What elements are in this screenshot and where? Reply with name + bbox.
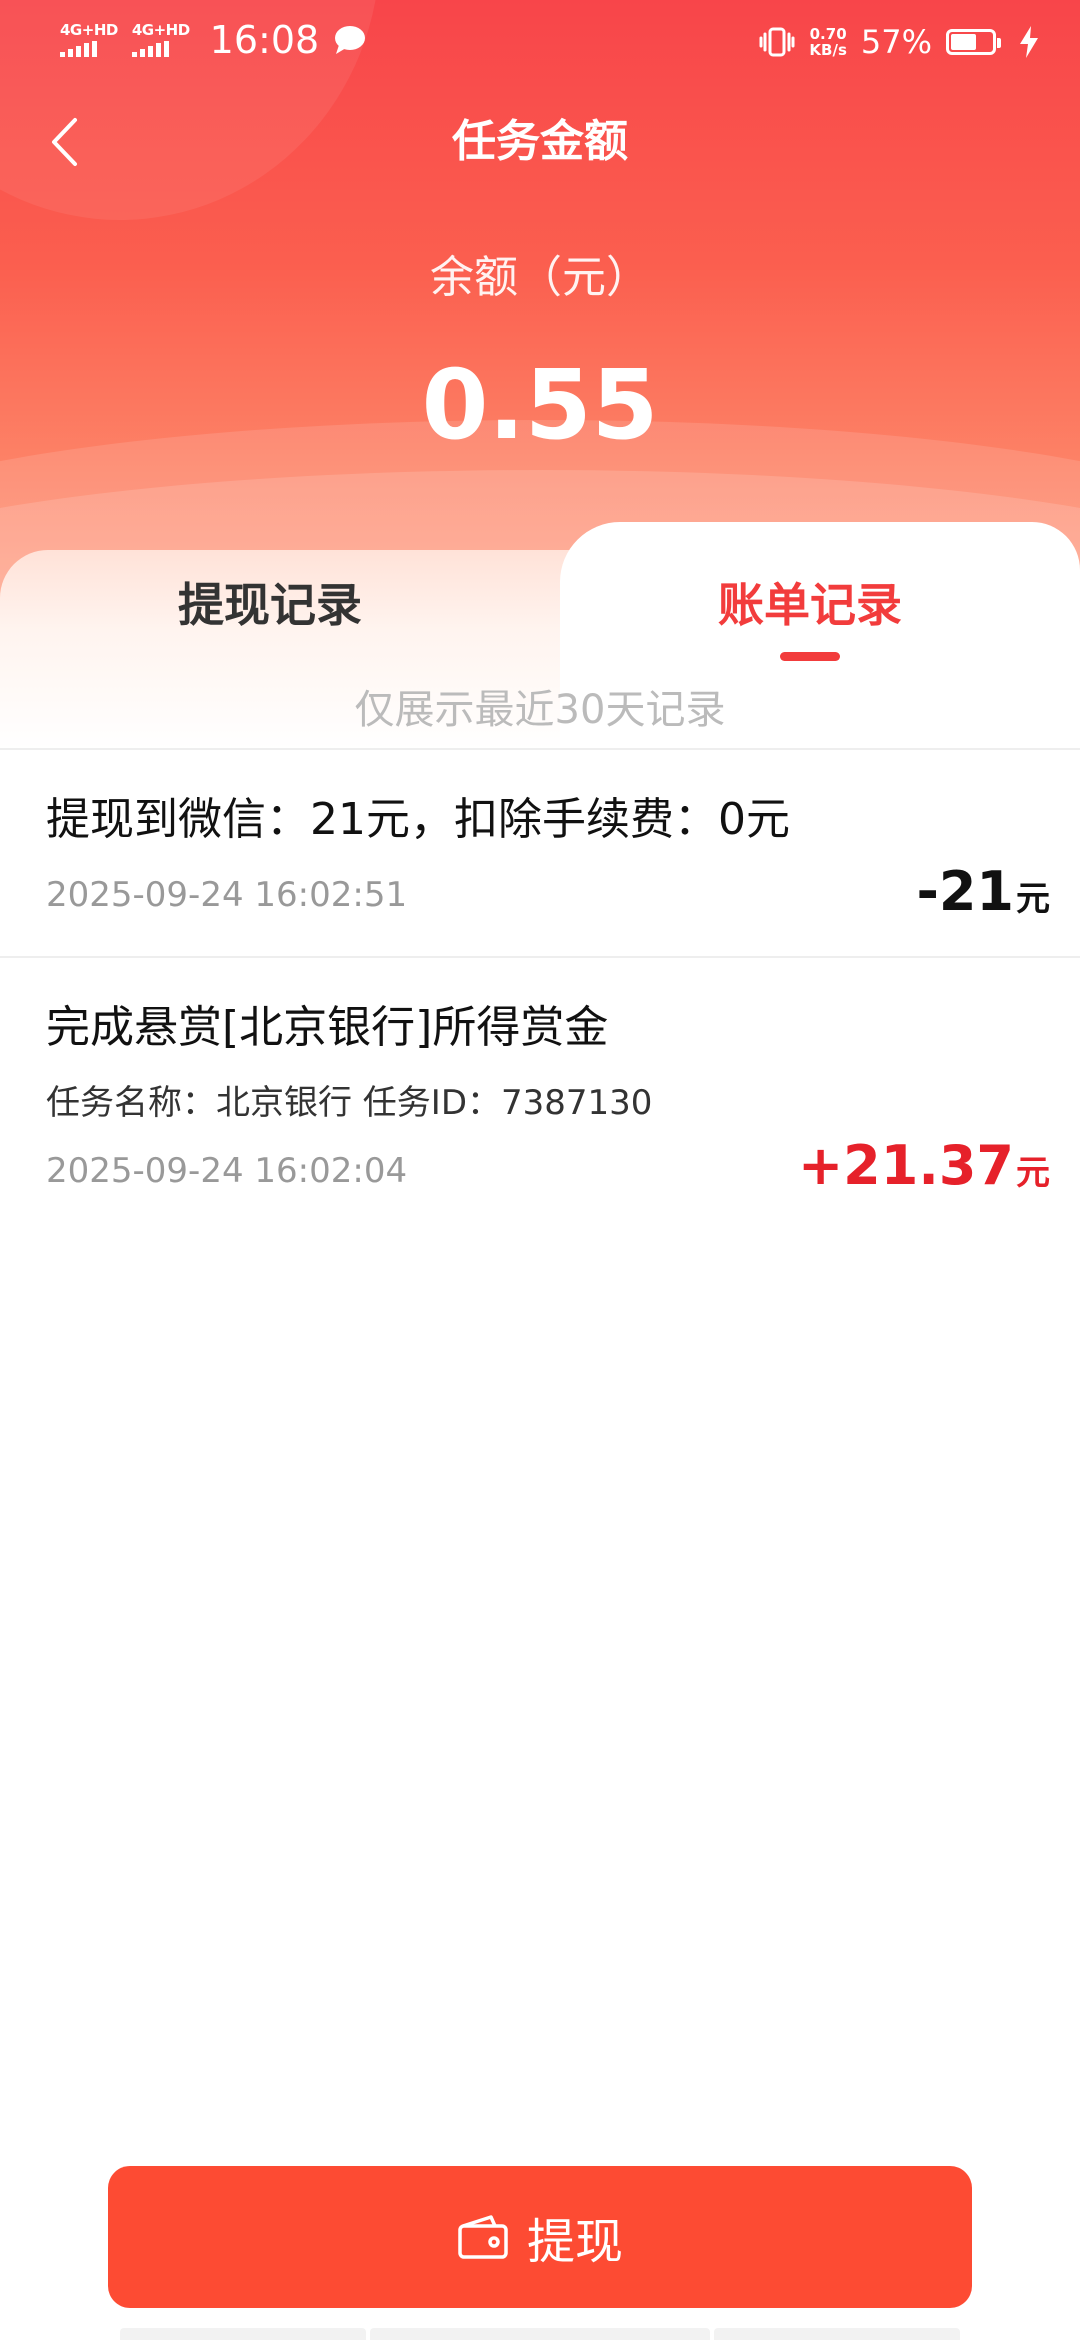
network-speed: 0.70 KB/s [809,26,846,58]
page-title: 任务金额 [452,116,628,167]
network-type-label: 4G+HD [131,21,190,39]
signal-bars-icon [60,41,97,57]
record-amount: +21.37元 [798,1134,1050,1205]
record-time: 2025-09-24 16:02:04 [46,1151,408,1191]
balance-label: 余额（元） [430,252,650,303]
network-type-label: 4G+HD [60,21,118,39]
record-time: 2025-09-24 16:02:51 [46,875,408,915]
charging-bolt-icon [1020,26,1038,58]
network-speed-unit: KB/s [809,41,847,59]
balance-value: 0.55 [421,349,659,461]
battery-icon [946,29,1001,55]
withdraw-button[interactable]: 提现 [108,2166,972,2308]
withdraw-button-label: 提现 [526,2214,623,2270]
status-bar: 4G+HD 4G+HD 16:08 0.70 KB/s 57% [0,0,1080,84]
list-item[interactable]: 提现到微信：21元，扣除手续费：0元 2025-09-24 16:02:51 -… [0,750,1080,956]
tab-withdraw-records[interactable]: 提现记录 [0,570,540,640]
wallet-icon [458,2215,508,2259]
record-title: 完成悬赏[北京银行]所得赏金 [46,1002,609,1053]
signal-indicator-2: 4G+HD [131,21,190,57]
battery-level-fill [951,34,977,50]
vibrate-icon [759,27,795,57]
record-amount-unit: 元 [1016,879,1050,919]
message-bubble-icon [335,26,366,54]
records-notice: 仅展示最近30天记录 [354,687,726,733]
record-amount: -21元 [916,860,1050,931]
record-detail: 任务名称：北京银行 任务ID：7387130 [46,1083,653,1123]
status-bar-left: 4G+HD 4G+HD 16:08 [60,18,367,62]
status-time: 16:08 [209,18,320,62]
active-tab-indicator [780,652,840,661]
page: 4G+HD 4G+HD 16:08 0.70 KB/s 57% 任务金额 余额（… [0,0,1080,2340]
signal-indicator-1: 4G+HD [60,23,118,57]
record-title: 提现到微信：21元，扣除手续费：0元 [46,794,790,845]
signal-bars-icon [131,41,169,57]
list-item[interactable]: 完成悬赏[北京银行]所得赏金 任务名称：北京银行 任务ID：7387130 20… [0,958,1080,1218]
record-amount-value: -21 [916,860,1014,923]
bottom-tab-strip [714,2328,960,2340]
record-amount-value: +21.37 [797,1134,1014,1197]
status-bar-right: 0.70 KB/s 57% [759,22,1040,62]
network-speed-value: 0.70 [809,25,847,43]
battery-percent: 57% [860,23,932,61]
record-amount-unit: 元 [1016,1153,1050,1193]
bottom-tab-strip [120,2328,366,2340]
bottom-tab-strip [370,2328,710,2340]
tab-bill-records[interactable]: 账单记录 [540,570,1080,640]
